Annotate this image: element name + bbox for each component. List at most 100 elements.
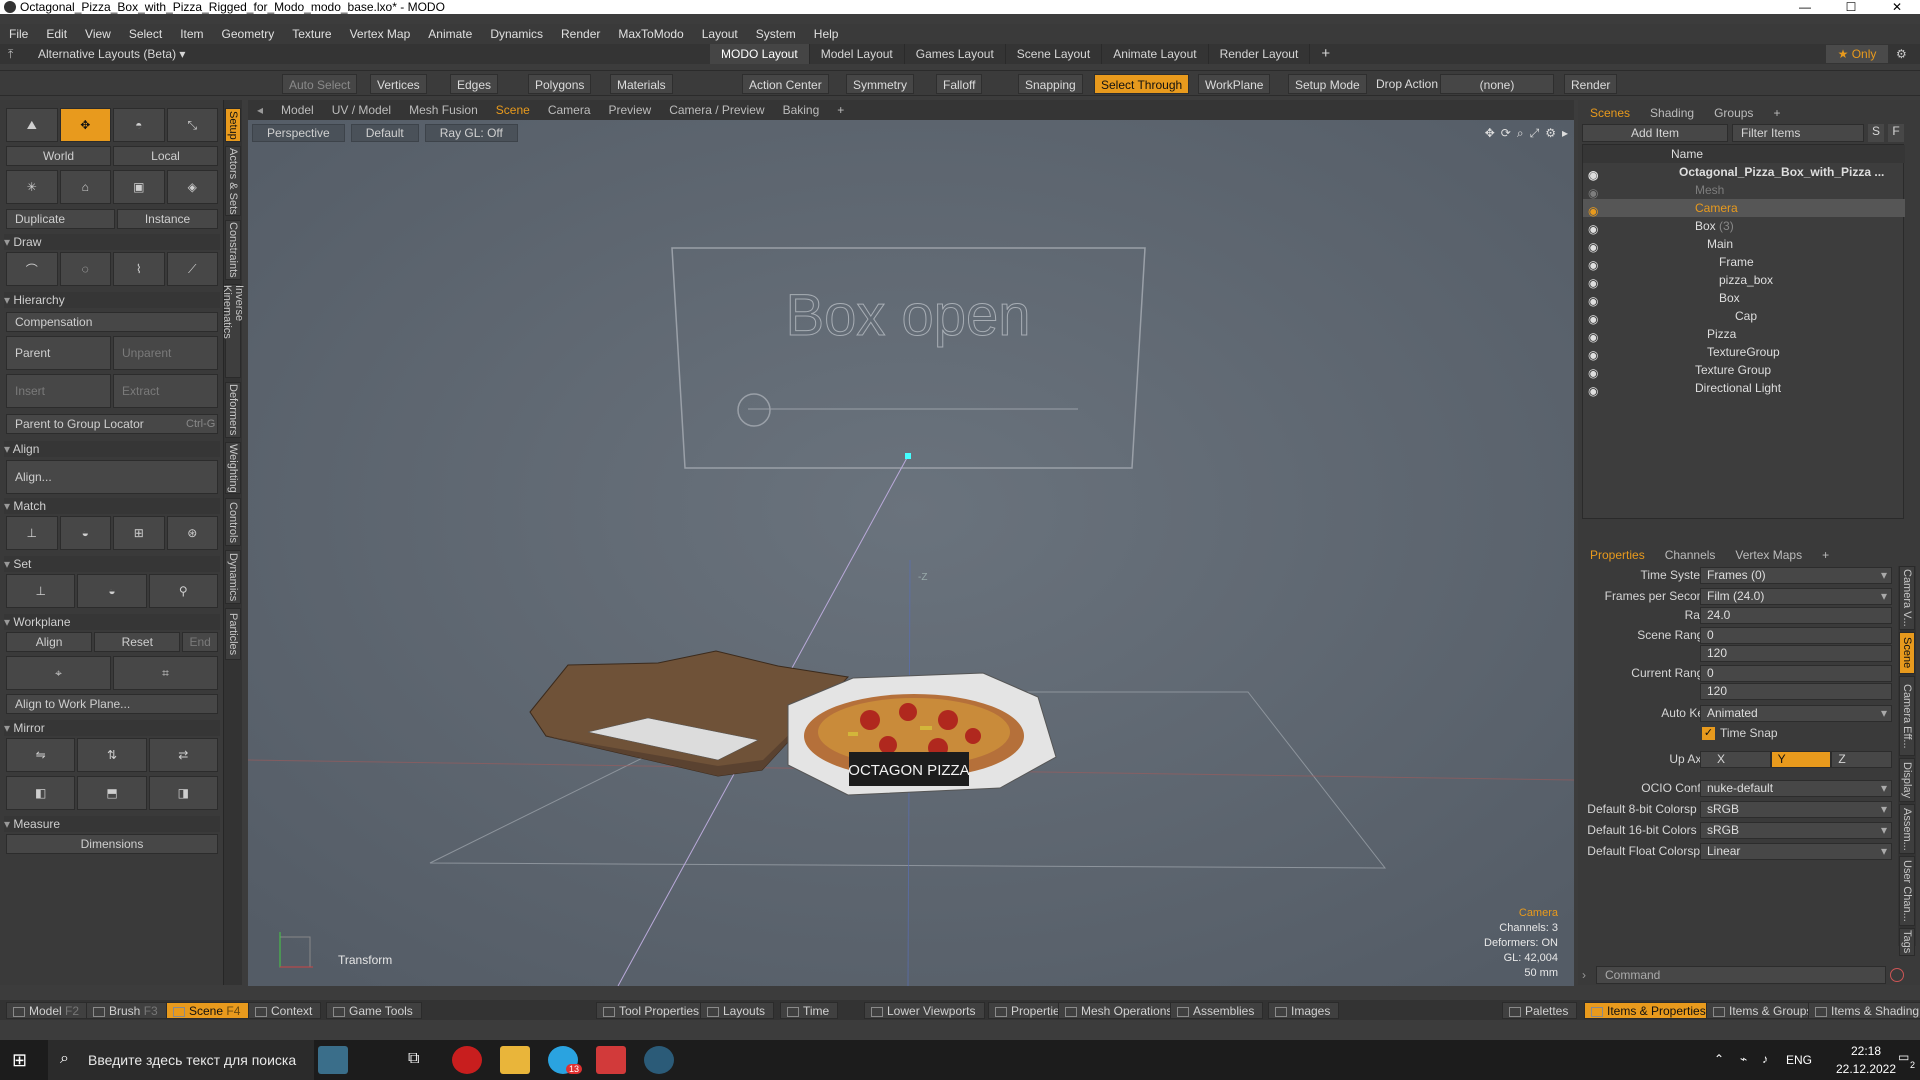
clock-date[interactable]: 22.12.2022 xyxy=(1828,1062,1904,1076)
mirror-x-icon[interactable]: ⇋ xyxy=(6,738,76,772)
add-item-button[interactable]: Add Item xyxy=(1582,124,1728,142)
add-item-icon[interactable]: ◈ xyxy=(166,170,218,204)
eye-icon[interactable]: ◉ xyxy=(1588,202,1602,218)
render-button[interactable]: Render xyxy=(1564,74,1618,94)
action-center-button[interactable]: Action Center xyxy=(742,74,829,94)
tab-groups[interactable]: Groups xyxy=(1704,106,1763,120)
tab-props-add[interactable]: + xyxy=(1812,548,1839,562)
fps-select[interactable]: Film (24.0) xyxy=(1700,588,1892,605)
eye-icon[interactable]: ◉ xyxy=(1588,184,1602,200)
tab-modo-layout[interactable]: MODO Layout xyxy=(710,44,810,64)
insert-button[interactable]: Insert xyxy=(6,374,111,408)
menu-select[interactable]: Select xyxy=(120,27,171,41)
side-tab-camera-v[interactable]: Camera V... xyxy=(1899,566,1915,630)
draw-line-icon[interactable]: ⟋ xyxy=(166,252,218,286)
time-system-select[interactable]: Frames (0) xyxy=(1700,567,1892,584)
symmetry-button[interactable]: Symmetry xyxy=(846,74,914,94)
match-rotation-icon[interactable]: ◒ xyxy=(59,516,111,550)
side-tab-tags[interactable]: Tags xyxy=(1899,928,1915,956)
tree-row-texturegroup[interactable]: ◉ TextureGroup xyxy=(1583,343,1905,362)
menu-file[interactable]: File xyxy=(0,27,37,41)
d8-select[interactable]: sRGB xyxy=(1700,801,1892,818)
rotate-icon[interactable]: ⟳ xyxy=(1501,126,1511,141)
rotate-tool-icon[interactable]: ◓ xyxy=(113,108,165,142)
tab-shading[interactable]: Shading xyxy=(1640,106,1704,120)
ocio-select[interactable]: nuke-default xyxy=(1700,780,1892,797)
raygl-toggle[interactable]: Ray GL: Off xyxy=(424,124,518,142)
zoom-icon[interactable]: ⌕ xyxy=(1517,126,1524,141)
mirror-cube-z-icon[interactable]: ◨ xyxy=(148,776,218,810)
vertices-button[interactable]: Vertices xyxy=(370,74,427,94)
eye-icon[interactable]: ◉ xyxy=(1588,310,1602,326)
menu-dynamics[interactable]: Dynamics xyxy=(481,27,552,41)
scene-range-end-input[interactable]: 120 xyxy=(1700,645,1892,662)
shading-select[interactable]: Default xyxy=(350,124,419,142)
tab-animate-layout[interactable]: Animate Layout xyxy=(1102,44,1209,64)
notification-icon[interactable]: ▭ xyxy=(1898,1050,1909,1064)
draw-bezier-icon[interactable]: ⌇ xyxy=(113,252,165,286)
bottom-scene-button[interactable]: Scene F4 xyxy=(166,1002,250,1019)
menu-geometry[interactable]: Geometry xyxy=(213,27,284,41)
bottom-game-tools-button[interactable]: Game Tools xyxy=(326,1002,422,1019)
bottom-mesh-operations-button[interactable]: Mesh Operations xyxy=(1058,1002,1182,1019)
select-tool-icon[interactable]: ⛰ xyxy=(6,108,58,142)
vp-tab-model[interactable]: Model xyxy=(272,103,323,117)
side-tab-scene[interactable]: Scene xyxy=(1899,632,1915,674)
eye-icon[interactable]: ◉ xyxy=(1588,364,1602,380)
eye-icon[interactable]: ◉ xyxy=(1588,292,1602,308)
extract-button[interactable]: Extract xyxy=(113,374,218,408)
workplane-icon-2[interactable]: ⌗ xyxy=(113,656,218,690)
match-scale-icon[interactable]: ⊞ xyxy=(113,516,165,550)
viewport-play-icon[interactable]: ▸ xyxy=(1562,126,1568,141)
vp-tab-scene[interactable]: Scene xyxy=(487,103,539,117)
align-button[interactable]: Align... xyxy=(6,460,218,494)
vp-tab-camera-preview[interactable]: Camera / Preview xyxy=(660,103,773,117)
menu-view[interactable]: View xyxy=(76,27,120,41)
menu-animate[interactable]: Animate xyxy=(419,27,481,41)
vtab-actors-sets[interactable]: Actors & Sets xyxy=(225,146,241,216)
tab-vertex-maps[interactable]: Vertex Maps xyxy=(1725,548,1812,562)
workplane-icon-1[interactable]: ⌖ xyxy=(6,656,111,690)
tab-render-layout[interactable]: Render Layout xyxy=(1209,44,1311,64)
materials-button[interactable]: Materials xyxy=(610,74,673,94)
tree-row-root[interactable]: ◉ Octagonal_Pizza_Box_with_Pizza ... xyxy=(1583,163,1905,182)
eye-icon[interactable]: ◉ xyxy=(1588,328,1602,344)
eye-icon[interactable]: ◉ xyxy=(1588,220,1602,236)
opera-icon[interactable] xyxy=(452,1046,482,1074)
workplane-button[interactable]: WorkPlane xyxy=(1198,74,1271,94)
unparent-button[interactable]: Unparent xyxy=(113,336,218,370)
locator-icon[interactable]: ▣ xyxy=(113,170,165,204)
menu-layout[interactable]: Layout xyxy=(693,27,747,41)
setup-mode-button[interactable]: Setup Mode xyxy=(1288,74,1367,94)
drop-action-select[interactable]: (none) xyxy=(1440,74,1554,94)
dfloat-select[interactable]: Linear xyxy=(1700,843,1892,860)
bottom-brush-button[interactable]: Brush F3 xyxy=(86,1002,167,1019)
current-range-start-input[interactable]: 0 xyxy=(1700,665,1892,682)
vp-tab-add[interactable]: + xyxy=(828,103,853,117)
set-link-icon[interactable]: ⚲ xyxy=(148,574,218,608)
vp-tab-mesh-fusion[interactable]: Mesh Fusion xyxy=(400,103,487,117)
anydesk-icon[interactable] xyxy=(596,1046,626,1074)
duplicate-button[interactable]: Duplicate xyxy=(6,209,115,229)
tree-row-box-group[interactable]: ◉ Box (3) xyxy=(1583,217,1905,236)
vtab-deformers[interactable]: Deformers xyxy=(225,382,241,438)
set-position-icon[interactable]: ⊥ xyxy=(6,574,76,608)
command-stop-icon[interactable] xyxy=(1890,968,1904,982)
viewport-menu-icon[interactable]: ◂ xyxy=(248,103,272,117)
mirror-cube-y-icon[interactable]: ⬒ xyxy=(77,776,147,810)
side-tab-camera-eff[interactable]: Camera Eff... xyxy=(1899,676,1915,756)
dimensions-button[interactable]: Dimensions xyxy=(6,834,218,854)
tab-properties[interactable]: Properties xyxy=(1580,548,1655,562)
menu-item[interactable]: Item xyxy=(171,27,212,41)
add-layout-button[interactable]: + xyxy=(1310,44,1341,64)
modo-taskbar-icon[interactable] xyxy=(644,1046,674,1074)
bottom-items-properties-button[interactable]: Items & Properties xyxy=(1584,1002,1715,1019)
vtab-dynamics[interactable]: Dynamics xyxy=(225,550,241,604)
local-button[interactable]: Local xyxy=(113,146,218,166)
tree-row-mesh[interactable]: ◉ Mesh xyxy=(1583,181,1905,200)
alt-layouts-dropdown[interactable]: Alternative Layouts (Beta) ▾ xyxy=(38,47,185,61)
side-tab-user-chan[interactable]: User Chan... xyxy=(1899,856,1915,926)
eye-icon[interactable]: ◉ xyxy=(1588,238,1602,254)
eye-icon[interactable]: ◉ xyxy=(1588,256,1602,272)
match-transform-icon[interactable]: ⊛ xyxy=(166,516,218,550)
